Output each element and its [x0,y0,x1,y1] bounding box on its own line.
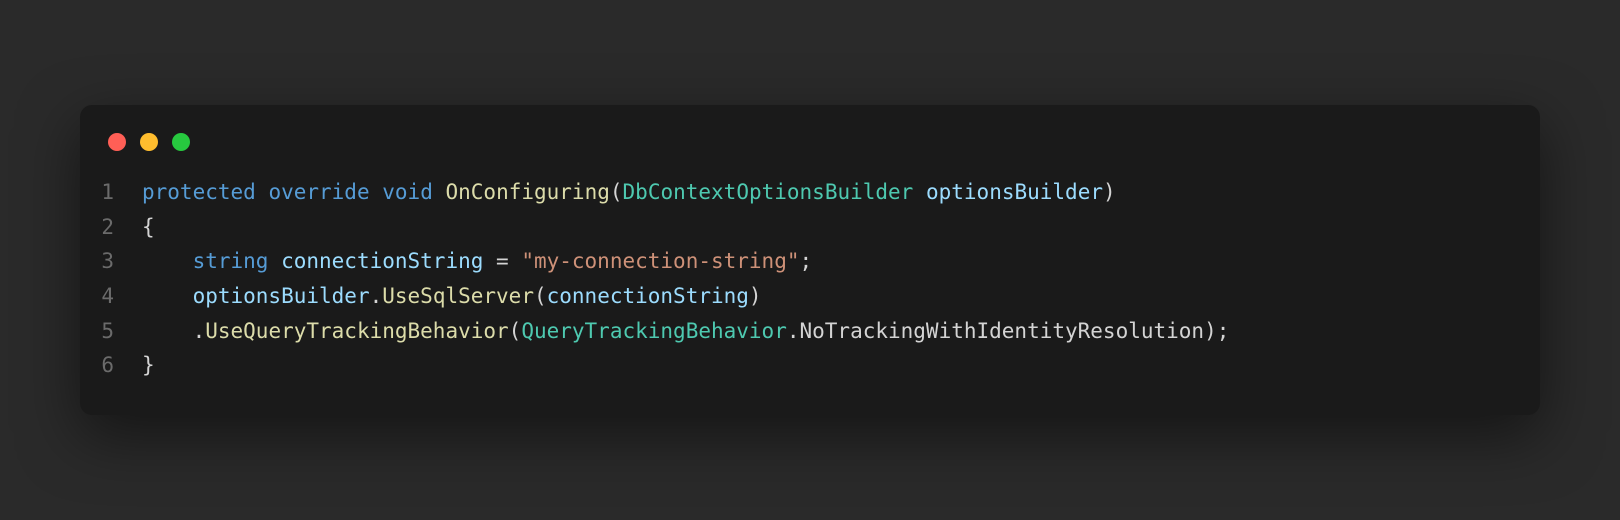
code-window: 1 protected override void OnConfiguring(… [80,105,1540,415]
line-number: 5 [80,314,142,349]
minimize-icon[interactable] [140,133,158,151]
line-number: 3 [80,244,142,279]
line-number: 4 [80,279,142,314]
close-icon[interactable] [108,133,126,151]
maximize-icon[interactable] [172,133,190,151]
code-content: string connectionString = "my-connection… [142,244,1540,279]
code-line: 6 } [80,348,1540,383]
code-content: .UseQueryTrackingBehavior(QueryTrackingB… [142,314,1540,349]
code-line: 1 protected override void OnConfiguring(… [80,175,1540,210]
code-content: optionsBuilder.UseSqlServer(connectionSt… [142,279,1540,314]
code-line: 3 string connectionString = "my-connecti… [80,244,1540,279]
code-line: 5 .UseQueryTrackingBehavior(QueryTrackin… [80,314,1540,349]
code-line: 4 optionsBuilder.UseSqlServer(connection… [80,279,1540,314]
line-number: 1 [80,175,142,210]
window-titlebar [80,133,1540,175]
line-number: 6 [80,348,142,383]
code-content: } [142,348,1540,383]
code-content: protected override void OnConfiguring(Db… [142,175,1540,210]
code-content: { [142,210,1540,245]
line-number: 2 [80,210,142,245]
code-area: 1 protected override void OnConfiguring(… [80,175,1540,383]
code-line: 2 { [80,210,1540,245]
